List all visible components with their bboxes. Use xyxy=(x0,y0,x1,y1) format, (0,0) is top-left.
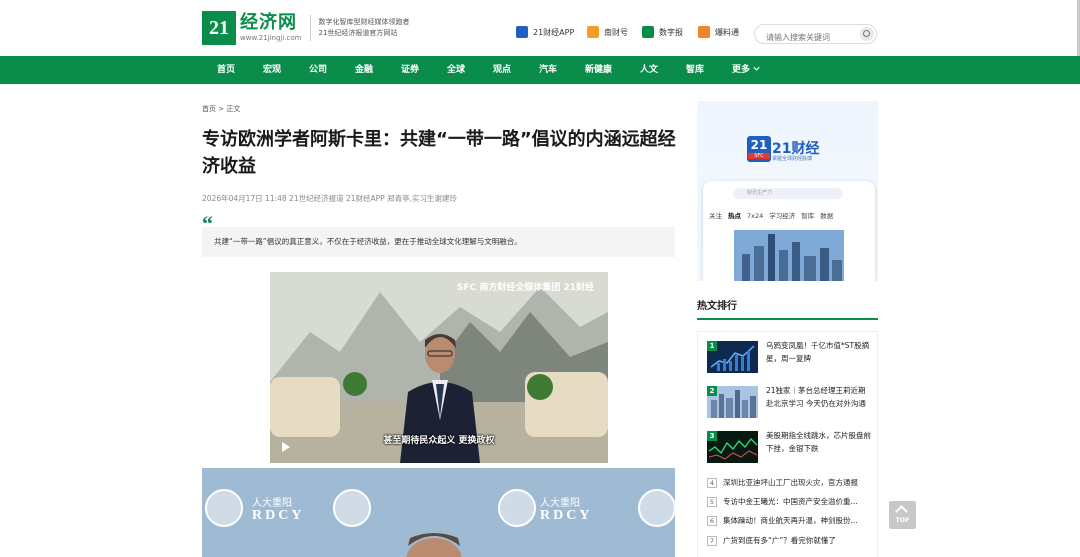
video-player[interactable]: SFC 南方财经全媒体集团 21财经 甚至期待民众起义 更换政权 xyxy=(270,272,608,463)
hot-thumb-2[interactable]: 2 xyxy=(707,386,758,418)
nav-global[interactable]: 全球 xyxy=(447,56,465,84)
logo-mark: 21 xyxy=(202,11,236,45)
nav-finance[interactable]: 金融 xyxy=(355,56,373,84)
rank-number: 7 xyxy=(707,536,717,546)
ad-phone-mock: 财讯生产力 关注 热点 7x24 学习经济 智库 数据 xyxy=(703,181,875,281)
search-icon[interactable] xyxy=(860,27,874,41)
ad-logo-num: 21 xyxy=(750,138,768,152)
search-input[interactable] xyxy=(755,28,850,47)
nav-more[interactable]: 更多 xyxy=(732,56,760,84)
tool-nancaihao[interactable]: 南财号 xyxy=(587,26,628,38)
rank-tag: 1 xyxy=(707,341,717,351)
hot-item-5[interactable]: 5 专访中金王曦光：中国资产安全溢价重... xyxy=(707,496,877,508)
article-photo: 人大重阳 RDCY 人大重阳 RDCY xyxy=(202,468,675,557)
video-caption: 甚至期待民众起义 更换政权 xyxy=(383,436,495,446)
rank-number: 6 xyxy=(707,516,717,526)
hot-item-6[interactable]: 6 集体躁动！商业航天再升温，神剑股份... xyxy=(707,515,877,527)
nav-think-tank[interactable]: 智库 xyxy=(686,56,704,84)
ad-logo-badge: SFC xyxy=(748,153,770,159)
hot-list: 1 乌鸦变凤凰！千亿市值*ST股摘星，周一复牌 2 21独家｜茅台总经理王莉近期… xyxy=(697,331,878,557)
tipoff-icon xyxy=(698,26,710,38)
hot-item-1[interactable]: 乌鸦变凤凰！千亿市值*ST股摘星，周一复牌 xyxy=(766,340,872,365)
hot-thumb-3[interactable]: 3 xyxy=(707,431,758,463)
top-header: 21 经济网 www.21jingji.com 数字化智库型财经媒体领跑者 21… xyxy=(0,0,1080,56)
video-logo: SFC 南方财经全媒体集团 21财经 xyxy=(456,283,594,293)
chevron-down-icon xyxy=(753,66,760,71)
nancaihao-icon xyxy=(587,26,599,38)
article-meta: 2026年04月17日 11:48 21世纪经济报道 21财经APP 郑青亭,实… xyxy=(202,194,457,203)
logo-name: 经济网 xyxy=(240,12,297,33)
chevron-up-icon xyxy=(895,505,908,518)
rdcy-cn-right: 人大重阳 xyxy=(540,498,580,509)
back-to-top-button[interactable]: TOP xyxy=(889,501,916,529)
nav-securities[interactable]: 证券 xyxy=(401,56,419,84)
hot-thumb-1[interactable]: 1 xyxy=(707,341,758,373)
nav-opinion[interactable]: 观点 xyxy=(493,56,511,84)
tool-digital-paper[interactable]: 数字报 xyxy=(642,26,683,38)
tool-21app[interactable]: 21财经APP xyxy=(516,26,574,38)
app-ad[interactable]: 21 SFC 21财经 掌握全球财经脉搏 财讯生产力 关注 热点 7x24 学习经济智… xyxy=(697,101,878,281)
nav-auto[interactable]: 汽车 xyxy=(539,56,557,84)
breadcrumb[interactable]: 首页 > 正文 xyxy=(202,104,240,114)
play-icon[interactable] xyxy=(282,442,290,452)
rdcy-en-left: RDCY xyxy=(252,508,305,523)
nav-macro[interactable]: 宏观 xyxy=(263,56,281,84)
digital-paper-icon xyxy=(642,26,654,38)
logo-divider xyxy=(309,15,311,41)
logo-slogan: 数字化智库型财经媒体领跑者 21世纪经济报道官方网站 xyxy=(318,18,410,37)
app-icon xyxy=(516,26,528,38)
hot-item-7[interactable]: 7 广货到底有多“广”？看完你就懂了 xyxy=(707,535,877,547)
nav-home[interactable]: 首页 xyxy=(217,56,235,84)
article-title: 专访欧洲学者阿斯卡里：共建“一带一路”倡议的内涵远超经济收益 xyxy=(202,129,676,177)
hot-heading: 热文排行 xyxy=(697,301,737,312)
site-logo[interactable]: 21 经济网 www.21jingji.com 数字化智库型财经媒体领跑者 21… xyxy=(202,11,410,45)
article-summary: 共建“一带一路”倡议的真正意义，不仅在于经济收益，更在于推动全球文化理解与文明融… xyxy=(202,227,675,257)
search-box xyxy=(754,24,877,47)
nav-health[interactable]: 新健康 xyxy=(585,56,612,84)
nav-company[interactable]: 公司 xyxy=(309,56,327,84)
ad-city-photo xyxy=(734,230,844,281)
ad-brand-sub: 掌握全球财经脉搏 xyxy=(772,156,813,162)
ad-search-bar: 财讯生产力 xyxy=(733,188,843,199)
hot-item-2[interactable]: 21独家｜茅台总经理王莉近期赴北京学习 今天仍在对外沟通 xyxy=(766,385,872,410)
rdcy-cn-left: 人大重阳 xyxy=(252,498,292,509)
nav-culture[interactable]: 人文 xyxy=(640,56,658,84)
tool-tipoff[interactable]: 爆料通 xyxy=(698,26,739,38)
logo-url: www.21jingji.com xyxy=(240,34,302,42)
hot-item-4[interactable]: 4 深圳比亚迪坪山工厂出现火灾，官方通报 xyxy=(707,477,877,489)
rank-number: 4 xyxy=(707,478,717,488)
rdcy-en-right: RDCY xyxy=(540,508,593,523)
hot-item-3[interactable]: 美股期指全线跳水，芯片股盘前下挫，金银下跌 xyxy=(766,430,872,455)
rank-tag: 3 xyxy=(707,431,717,441)
ad-tabs: 关注 热点 7x24 学习经济 智库 数据 xyxy=(709,212,834,220)
rank-number: 5 xyxy=(707,497,717,507)
hot-divider xyxy=(697,318,878,320)
rank-tag: 2 xyxy=(707,386,717,396)
main-nav: 首页 宏观 公司 金融 证券 全球 观点 汽车 新健康 人文 智库 更多 xyxy=(0,56,1080,84)
